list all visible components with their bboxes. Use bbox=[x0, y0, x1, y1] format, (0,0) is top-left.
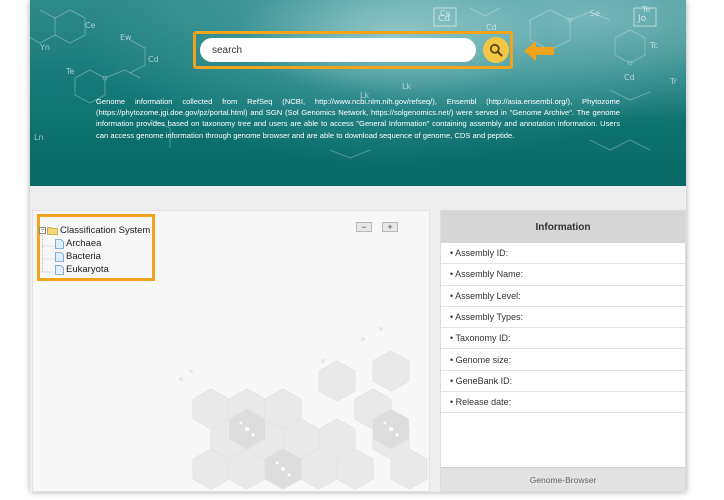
assembly-id-field: • Assembly ID: bbox=[441, 243, 685, 265]
svg-text:Tr: Tr bbox=[669, 77, 678, 86]
release-date-field: • Release date: bbox=[441, 392, 685, 414]
file-icon bbox=[55, 251, 64, 262]
svg-text:Yn: Yn bbox=[39, 43, 50, 52]
page-frame: Yn Ce Ew Cd Ce Cd Se Te Tc Ln Te Lk Lk T… bbox=[30, 0, 686, 492]
svg-text:Ew: Ew bbox=[120, 33, 132, 42]
genebank-id-field: • GeneBank ID: bbox=[441, 371, 685, 393]
molecule-pattern-decoration: Yn Ce Ew Cd Ce Cd Se Te Tc Ln Te Lk Lk T… bbox=[30, 5, 678, 159]
tree-node-archaea[interactable]: Archaea bbox=[55, 238, 101, 249]
assembly-level-field: • Assembly Level: bbox=[441, 286, 685, 307]
information-panel: Information • Assembly ID: • Assembly Na… bbox=[440, 210, 686, 492]
svg-text:Cd: Cd bbox=[624, 73, 635, 82]
taxonomy-id-field: • Taxonomy ID: bbox=[441, 328, 685, 350]
tree-node-label[interactable]: Eukaryota bbox=[66, 264, 109, 275]
svg-text:Ln: Ln bbox=[34, 133, 44, 142]
tree-node-bacteria[interactable]: Bacteria bbox=[55, 251, 101, 262]
svg-text:Jo: Jo bbox=[637, 14, 647, 24]
svg-text:Se: Se bbox=[590, 9, 600, 18]
search-icon bbox=[489, 43, 503, 57]
genome-browser-button[interactable]: Genome-Browser bbox=[441, 467, 685, 491]
search-button[interactable] bbox=[483, 37, 509, 63]
svg-text:Cd: Cd bbox=[438, 14, 450, 24]
search-input[interactable] bbox=[200, 38, 476, 62]
tree-root-label[interactable]: Classification System bbox=[60, 225, 150, 236]
zoom-in-button[interactable]: + bbox=[382, 222, 398, 232]
search-highlight-box bbox=[193, 31, 513, 69]
genome-size-field: • Genome size: bbox=[441, 349, 685, 371]
tree-node-label[interactable]: Archaea bbox=[66, 238, 101, 249]
assembly-name-field: • Assembly Name: bbox=[441, 264, 685, 286]
assembly-types-field: • Assembly Types: bbox=[441, 307, 685, 329]
hero-banner: Yn Ce Ew Cd Ce Cd Se Te Tc Ln Te Lk Lk T… bbox=[30, 0, 686, 186]
svg-text:Te: Te bbox=[641, 5, 651, 14]
tree-node-eukaryota[interactable]: Eukaryota bbox=[55, 264, 109, 275]
file-icon bbox=[55, 238, 64, 249]
genome-archive-description: Genome information collected from RefSeq… bbox=[96, 97, 620, 140]
taxonomy-tree-panel: − + − Classification System Archaea Bact… bbox=[32, 210, 430, 492]
zoom-out-button[interactable]: − bbox=[356, 222, 372, 232]
arrow-left-icon bbox=[524, 41, 554, 61]
svg-text:Ce: Ce bbox=[85, 21, 96, 30]
svg-text:Cd: Cd bbox=[148, 55, 159, 64]
svg-text:Tc: Tc bbox=[649, 41, 658, 50]
svg-text:Lk: Lk bbox=[402, 82, 411, 91]
tree-node-label[interactable]: Bacteria bbox=[66, 251, 101, 262]
file-icon bbox=[55, 264, 64, 275]
information-title: Information bbox=[441, 211, 685, 243]
svg-text:Te: Te bbox=[65, 67, 75, 76]
